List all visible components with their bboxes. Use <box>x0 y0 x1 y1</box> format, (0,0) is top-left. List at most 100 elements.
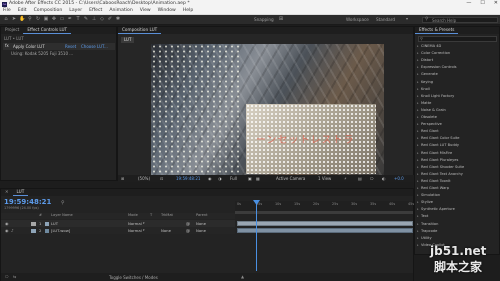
menu-file[interactable]: File <box>3 8 11 14</box>
layer-2-mode[interactable]: Normal <box>128 228 142 233</box>
zoom-out-icon[interactable]: ▲ <box>241 275 244 279</box>
visibility-eye-icon[interactable]: ◉ <box>5 221 9 226</box>
effect-category[interactable]: Transition <box>417 222 438 227</box>
effect-category[interactable]: Simulation <box>417 193 440 198</box>
timeline-icon[interactable]: ▤ <box>358 177 362 181</box>
effect-category[interactable]: Red Giant Color Suite <box>417 137 459 141</box>
search-layers-icon[interactable]: ⚲ <box>61 201 65 206</box>
effect-category[interactable]: Perspective <box>417 122 442 127</box>
color-channel-icon[interactable]: ◑ <box>218 177 222 181</box>
snapshot-icon[interactable]: ◉ <box>208 177 212 181</box>
maximize-button[interactable]: ☐ <box>480 1 484 6</box>
effect-category[interactable]: Synthetic Aperture <box>417 208 455 212</box>
effect-category[interactable]: Utility <box>417 236 431 241</box>
viewer-timecode[interactable]: 19:59:48:21 <box>176 177 200 181</box>
layer-2-trkmat[interactable]: None <box>161 228 171 233</box>
transparency-grid-icon[interactable]: ▦ <box>256 177 260 181</box>
layer-2-name[interactable]: [LUT.wow] <box>51 228 70 233</box>
roto-brush-tool-icon[interactable]: ✐ <box>107 17 113 23</box>
layer-2-track-bar[interactable] <box>237 228 413 233</box>
effect-category[interactable]: Red Giant Shooter Suite <box>417 165 464 170</box>
clone-stamp-tool-icon[interactable]: ⊥ <box>91 17 97 23</box>
composition-viewer[interactable]: ーンセットレストラ <box>151 44 384 175</box>
exposure-icon[interactable]: ◐ <box>382 177 386 181</box>
flowchart-icon[interactable]: ⎔ <box>370 177 374 181</box>
layer-2-parent-pickwhip-icon[interactable]: @ <box>186 228 190 233</box>
effect-category[interactable]: Knoll <box>417 87 430 92</box>
snapping-label[interactable]: Snapping <box>254 17 274 22</box>
snapping-options-icon[interactable]: ⊞ <box>278 17 284 23</box>
views-select[interactable]: 1 View <box>318 177 331 181</box>
effect-category[interactable]: Expression Controls <box>417 66 456 70</box>
menu-view[interactable]: View <box>140 8 151 14</box>
layer-1-parent-pickwhip-icon[interactable]: @ <box>186 221 190 226</box>
eraser-tool-icon[interactable]: ◇ <box>99 17 105 23</box>
choose-lut-link[interactable]: Choose LUT... <box>81 44 108 49</box>
effect-category[interactable]: Generate <box>417 73 438 77</box>
exposure-value[interactable]: +0.0 <box>394 177 404 181</box>
expand-switches-icon[interactable]: ⇆ <box>13 275 16 279</box>
menu-effect[interactable]: Effect <box>89 8 102 14</box>
minimize-button[interactable]: — <box>466 1 471 6</box>
brush-tool-icon[interactable]: ✎ <box>83 17 89 23</box>
time-ruler[interactable]: 0s 05s 10s 15s 20s 25s 30s 35s 40s 45s <box>235 201 414 211</box>
layer-1-track-bar[interactable] <box>237 221 413 226</box>
menu-composition[interactable]: Composition <box>34 8 63 14</box>
effect-category[interactable]: Distort <box>417 59 433 63</box>
tab-composition[interactable]: Composition LUT <box>118 27 162 34</box>
visibility-eye-icon[interactable]: ◉ <box>5 228 9 233</box>
tab-effects-presets[interactable]: Effects & Presets <box>415 27 459 34</box>
layer-2-mode-chevron-icon[interactable]: ▾ <box>143 229 145 232</box>
audio-speaker-icon[interactable]: ♪ <box>11 228 14 233</box>
effect-category[interactable]: Obsolete <box>417 115 437 120</box>
tab-effect-controls[interactable]: Effect Controls LUT <box>23 27 72 34</box>
layer-1-mode[interactable]: Normal <box>128 221 142 226</box>
effect-category[interactable]: Noise & Grain <box>417 108 446 113</box>
menu-layer[interactable]: Layer <box>69 8 82 14</box>
menu-edit[interactable]: Edit <box>18 8 27 14</box>
effect-row[interactable]: fx Apply Color LUT Reset Choose LUT... <box>3 43 115 50</box>
layer-1-parent[interactable]: None <box>196 221 206 226</box>
effect-category[interactable]: Red Giant ToonIt <box>417 179 450 184</box>
puppet-pin-tool-icon[interactable]: ✱ <box>115 17 121 23</box>
layer-1-mode-chevron-icon[interactable]: ▾ <box>143 222 145 225</box>
effects-search-field[interactable]: ⚲ <box>418 36 497 42</box>
chevron-down-icon[interactable]: ▾ <box>404 17 410 23</box>
toggle-switches-modes[interactable]: Toggle Switches / Modes <box>109 275 158 280</box>
layer-row-1[interactable]: ◉ 1 LUT Normal ▾ @ None <box>1 220 235 227</box>
comp-flowchart-icon[interactable]: ⎔ <box>5 275 9 279</box>
effect-category[interactable]: Red Giant Warp <box>417 186 449 191</box>
layer-1-name[interactable]: LUT <box>51 221 58 226</box>
layer-color-label[interactable] <box>31 221 36 226</box>
home-icon[interactable]: ⌂ <box>3 17 9 23</box>
zoom-tool-icon[interactable]: ⚲ <box>27 17 33 23</box>
effect-category[interactable]: CINEMA 4D <box>417 44 441 49</box>
rectangle-tool-icon[interactable]: ▭ <box>59 17 65 23</box>
search-help-field[interactable]: ⚲ Search Help <box>422 17 498 23</box>
resolution-select[interactable]: Full <box>230 177 237 181</box>
col-layer-name[interactable]: Layer Name <box>51 213 73 218</box>
reset-link[interactable]: Reset <box>65 44 76 49</box>
effect-category[interactable]: Color Correction <box>417 51 450 56</box>
tab-project[interactable]: Project <box>1 27 23 34</box>
menu-help[interactable]: Help <box>183 8 193 14</box>
effect-category[interactable]: Keying <box>417 80 433 85</box>
grid-icon[interactable]: ⊡ <box>160 177 163 181</box>
type-tool-icon[interactable]: T <box>75 17 81 23</box>
effect-category[interactable]: Trapcode <box>417 229 437 234</box>
zoom-select[interactable]: (50%) <box>138 177 150 181</box>
camera-tool-icon[interactable]: ▣ <box>43 17 49 23</box>
layer-2-parent[interactable]: None <box>196 228 206 233</box>
effect-category[interactable]: Knoll Light Factory <box>417 94 454 99</box>
layer-row-2[interactable]: ◉ ♪ 2 [LUT.wow] Normal ▾ None @ None <box>1 227 235 234</box>
timeline-timecode[interactable]: 19:59:48:21 <box>4 199 51 206</box>
layer-color-label[interactable] <box>31 228 36 233</box>
comp-tab-lut[interactable]: LUT <box>121 37 135 43</box>
fx-icon[interactable]: fx <box>5 44 9 48</box>
close-button[interactable]: ✕ <box>494 1 498 6</box>
effect-category[interactable]: Red Giant LUT Buddy <box>417 144 459 148</box>
effect-category[interactable]: Red Giant MisFire <box>417 151 452 156</box>
pen-tool-icon[interactable]: ✒ <box>67 17 73 23</box>
pan-behind-tool-icon[interactable]: ✥ <box>51 17 57 23</box>
effect-category[interactable]: Matte <box>417 101 431 106</box>
